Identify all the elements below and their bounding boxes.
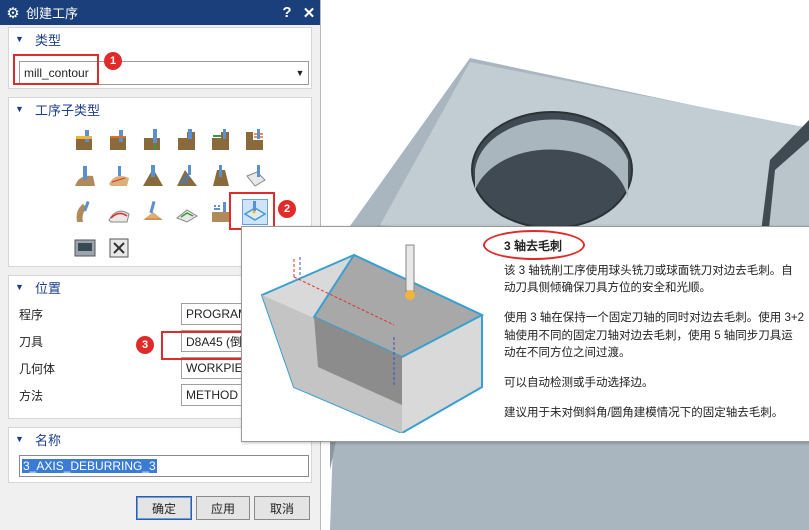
deburring-illustration [254,237,490,435]
annotation-box-subtype [229,192,275,230]
corner-rough-icon[interactable] [175,128,199,152]
tooltip-paragraph: 使用 3 轴在保持一个固定刀轴的同时对边去毛刺。使用 3+2 轴使用不同的固定刀… [504,312,804,359]
user-defined-icon[interactable] [107,236,131,260]
dialog-button-bar: 确定 应用 取消 [0,493,320,521]
operation-name-input[interactable]: 3_AXIS_DEBURRING_3 [19,455,309,477]
zlevel-profile-icon[interactable] [243,128,267,152]
apply-button[interactable]: 应用 [196,496,250,520]
tooltip-body: 该 3 轴铣削工序使用球头铣刀或球面铣刀对边去毛刺。自动刀具侧倾确保刀具方位的安… [504,263,804,435]
close-button[interactable]: ✕ [298,4,320,22]
rest-mill-icon[interactable] [209,128,233,152]
machine-control-icon[interactable] [73,236,97,260]
subtype-section-header[interactable]: ▼ 工序子类型 [9,98,311,120]
annotation-ellipse-title [483,230,585,260]
flowcut-icon[interactable] [141,164,165,188]
type-section-title: 类型 [35,32,62,48]
collapse-triangle-icon: ▼ [15,104,24,114]
operation-name-value: 3_AXIS_DEBURRING_3 [22,459,157,473]
contour-area-steep-icon[interactable] [209,164,233,188]
geometry-label: 几何体 [19,361,56,376]
area-contour-icon[interactable] [107,164,131,188]
program-label: 程序 [19,307,44,322]
collapse-triangle-icon: ▼ [15,282,24,292]
cavity-mill-icon[interactable] [73,128,97,152]
position-section-title: 位置 [35,280,62,296]
plunge-mill-icon[interactable] [141,128,165,152]
streamline-icon[interactable] [175,164,199,188]
collapse-triangle-icon: ▼ [15,34,24,44]
gear-icon[interactable]: ⚙ [0,4,26,22]
operation-tooltip: 3 轴去毛刺 该 3 轴铣削工序使用球头铣刀或球面铣刀对边去毛刺。自动刀具侧倾确… [241,226,809,442]
adaptive-mill-icon[interactable] [107,128,131,152]
annotation-box-type [13,54,99,85]
contour-profile-icon[interactable] [175,200,199,224]
contour-text-icon[interactable] [243,164,267,188]
collapse-triangle-icon: ▼ [15,434,24,444]
tooltip-paragraph: 该 3 轴铣削工序使用球头铣刀或球面铣刀对边去毛刺。自动刀具侧倾确保刀具方位的安… [504,265,793,295]
fixed-contour-icon[interactable] [73,164,97,188]
dialog-title: 创建工序 [26,6,79,21]
name-section-title: 名称 [35,432,62,448]
tooltip-paragraph: 建议用于未对倒斜角/圆角建模情况下的固定轴去毛刺。 [504,407,784,420]
cancel-button[interactable]: 取消 [254,496,310,520]
annotation-badge-2: 2 [278,200,296,218]
ok-button[interactable]: 确定 [136,496,192,520]
type-section-header[interactable]: ▼ 类型 [9,28,311,50]
dialog-titlebar: ⚙ 创建工序 ? ✕ [0,0,320,25]
help-button[interactable]: ? [276,4,298,21]
dropdown-arrow-icon: ▼ [295,68,305,78]
subtype-section-title: 工序子类型 [35,102,101,118]
variable-contour-icon[interactable] [107,200,131,224]
annotation-badge-1: 1 [104,52,122,70]
method-label: 方法 [19,388,44,403]
tooltip-paragraph: 可以自动检测或手动选择边。 [504,377,654,390]
multi-blade-icon[interactable] [73,200,97,224]
variable-zlevel-icon[interactable] [141,200,165,224]
annotation-badge-3: 3 [136,336,154,354]
